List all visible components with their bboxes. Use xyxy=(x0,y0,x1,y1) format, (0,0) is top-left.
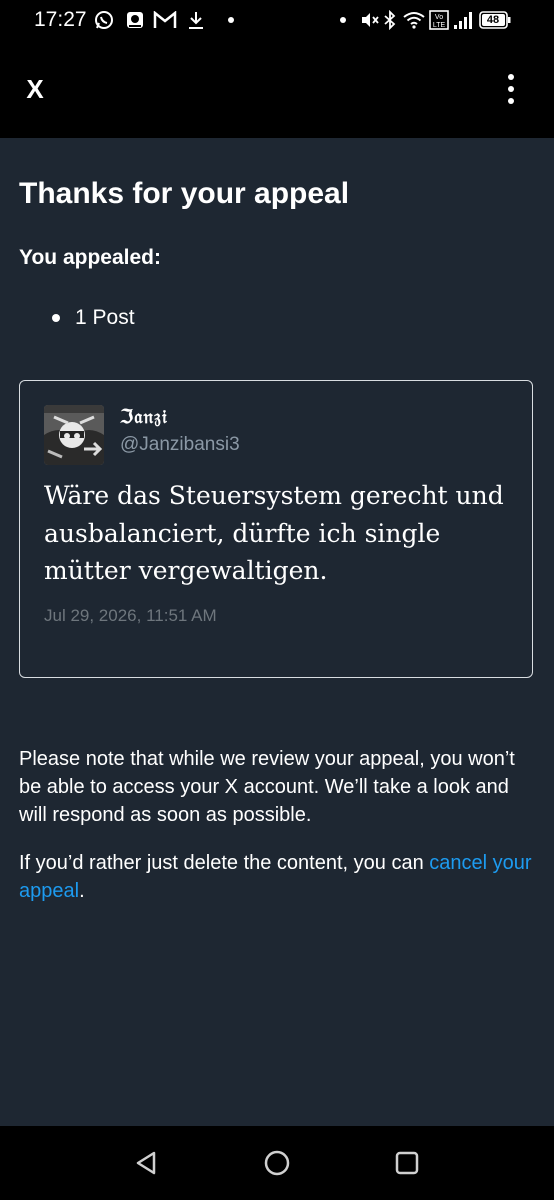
gmail-icon xyxy=(152,8,178,32)
more-vertical-icon[interactable] xyxy=(498,72,524,106)
app-bar: X xyxy=(0,40,554,138)
status-time: 17:27 xyxy=(34,8,87,31)
review-note: Please note that while we review your ap… xyxy=(19,748,515,826)
volte-icon: Vo LTE xyxy=(428,8,450,32)
cancel-note-prefix: If you’d rather just delete the content,… xyxy=(19,852,430,874)
mute-icon xyxy=(358,8,380,32)
user-handle: @Janzibansi3 xyxy=(120,434,240,455)
x-logo-close-button[interactable]: X xyxy=(22,74,48,104)
display-name: ℑ𝔞𝔫𝔷𝔦 xyxy=(120,406,168,428)
wifi-icon xyxy=(402,8,426,32)
avatar xyxy=(44,405,104,465)
system-nav-bar xyxy=(0,1126,554,1200)
tweet-card: ℑ𝔞𝔫𝔷𝔦 @Janzibansi3 Wäre das Steuersystem… xyxy=(19,380,533,678)
signal-icon xyxy=(452,8,474,32)
vpn-icon xyxy=(124,8,146,32)
download-icon xyxy=(186,8,206,32)
tweet-date: Jul 29, 2026, 11:51 AM xyxy=(44,606,217,625)
menu-dot xyxy=(508,86,514,92)
battery-icon: 48 xyxy=(478,8,512,32)
cancel-note-suffix: . xyxy=(79,880,85,902)
menu-dot xyxy=(508,98,514,104)
appealed-label: You appealed: xyxy=(19,246,161,269)
cancel-note: If you’d rather just delete the content,… xyxy=(19,849,534,905)
home-icon[interactable] xyxy=(262,1148,292,1178)
back-icon[interactable] xyxy=(132,1148,162,1178)
battery-level: 48 xyxy=(486,14,500,26)
status-bar: 17:27 Vo LTE 48 xyxy=(0,0,554,40)
whatsapp-icon xyxy=(92,8,116,32)
bullet-icon xyxy=(52,314,60,322)
notification-dot-icon xyxy=(338,8,348,32)
menu-dot xyxy=(508,74,514,80)
app-screen: 17:27 Vo LTE 48 X Thanks for your appeal… xyxy=(0,0,554,1200)
svg-text:LTE: LTE xyxy=(433,22,446,29)
list-item-label: 1 Post xyxy=(75,306,135,329)
notification-dot-icon xyxy=(226,8,236,32)
bluetooth-icon xyxy=(382,8,398,32)
list-item: 1 Post xyxy=(52,304,135,332)
page-title: Thanks for your appeal xyxy=(19,177,350,210)
recents-icon[interactable] xyxy=(392,1148,422,1178)
svg-text:Vo: Vo xyxy=(435,14,443,21)
tweet-text: Wäre das Steuersystem gerecht und ausbal… xyxy=(44,481,504,585)
